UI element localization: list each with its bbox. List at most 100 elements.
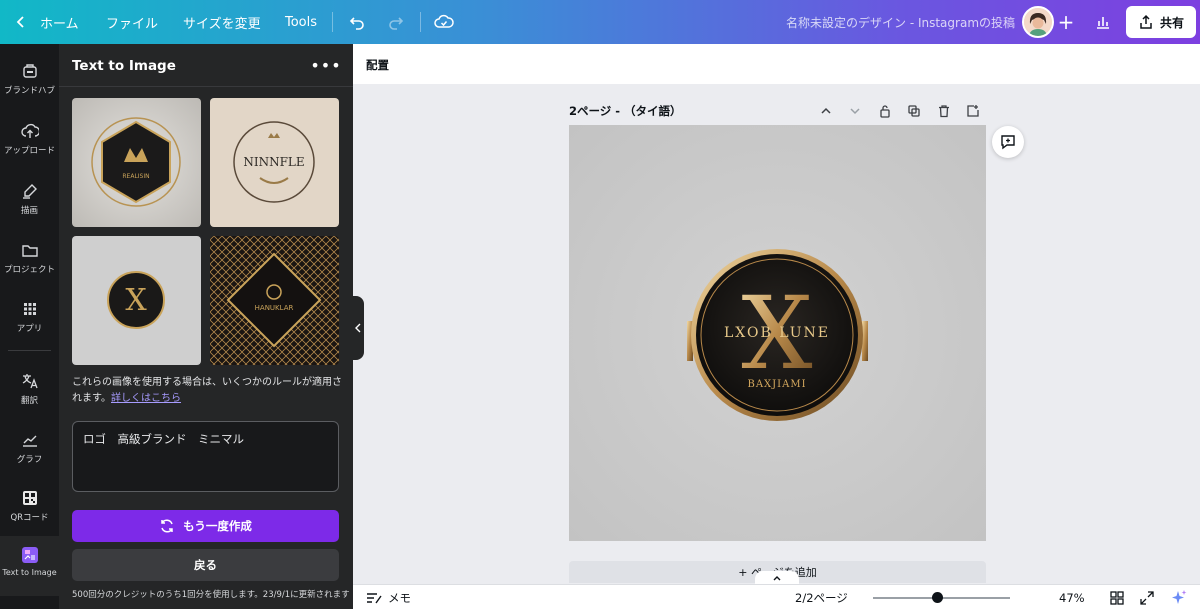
brand-hub-icon: [22, 64, 37, 78]
generated-logo-image: NINNFLE: [210, 98, 339, 227]
result-thumbnail-4[interactable]: HANUKLAR: [210, 236, 339, 365]
zoom-slider-handle[interactable]: [932, 592, 944, 603]
generated-logo-image: HANUKLAR: [210, 236, 339, 365]
translate-icon: [22, 374, 38, 389]
undo-button[interactable]: [348, 0, 366, 44]
add-comment-button[interactable]: [992, 126, 1024, 158]
rail-item-chart[interactable]: グラフ: [0, 431, 59, 465]
resize-menu[interactable]: サイズを変更: [183, 0, 261, 44]
side-rail: ブランドハブ アップロード 描画 プロジェクト アプリ 翻訳 グラフ QRコード…: [0, 44, 59, 609]
back-button[interactable]: 戻る: [72, 549, 339, 581]
prompt-value: ロゴ 高級ブランド ミニマル: [83, 432, 244, 446]
grid-view-icon: [1110, 590, 1124, 605]
expand-icon: [1140, 590, 1154, 605]
notes-icon: [367, 592, 382, 603]
result-thumbnail-1[interactable]: REALISIN: [72, 98, 201, 227]
upload-cloud-icon: [20, 123, 39, 138]
insights-button[interactable]: [1086, 6, 1120, 38]
chevron-left-icon: [16, 16, 24, 28]
more-horizontal-icon: •••: [310, 55, 342, 75]
show-pages-handle[interactable]: [755, 571, 799, 585]
rail-item-apps[interactable]: アプリ: [0, 300, 59, 334]
rail-label: アップロード: [3, 146, 55, 156]
notes-label: メモ: [388, 590, 411, 605]
refresh-icon: [161, 519, 173, 533]
invite-button[interactable]: +: [1052, 8, 1080, 36]
credits-info: 500回分のクレジットのうち1回分を使用します。23/9/1に更新されます: [72, 590, 350, 600]
position-button[interactable]: 配置: [366, 57, 389, 73]
rail-label: ブランドハブ: [3, 86, 55, 96]
collapse-panel-handle[interactable]: [352, 296, 364, 360]
plus-icon: +: [1057, 10, 1075, 34]
redo-icon: [389, 17, 404, 30]
document-title[interactable]: 名称未設定のデザイン - Instagramの投稿: [786, 0, 1015, 44]
rail-item-qr-code[interactable]: QRコード: [0, 489, 59, 523]
add-page-button-icon[interactable]: [964, 102, 982, 120]
editor-footer: メモ 2/2ページ 47%: [353, 584, 1200, 609]
delete-page-button[interactable]: [935, 102, 953, 120]
rail-label: グラフ: [16, 455, 43, 465]
design-canvas[interactable]: X LXOB LUNE BAXJIAMI: [569, 125, 986, 541]
rail-label: プロジェクト: [3, 265, 55, 275]
regenerate-button[interactable]: もう一度作成: [72, 510, 339, 542]
generated-logo-image: REALISIN: [72, 98, 201, 227]
avatar[interactable]: [1022, 6, 1054, 38]
rail-label: QRコード: [10, 513, 49, 523]
usage-notice: これらの画像を使用する場合は、いくつかのルールが適用されます。詳しくはこちら: [72, 375, 344, 407]
result-thumbnail-3[interactable]: X: [72, 236, 201, 365]
cloud-save-status[interactable]: [434, 0, 454, 44]
qr-code-icon: [22, 491, 37, 505]
top-bar: ホーム ファイル サイズを変更 Tools 名称未設定のデザイン - Insta…: [0, 0, 1200, 44]
folder-icon: [21, 245, 38, 257]
move-page-down-button[interactable]: [846, 102, 864, 120]
rail-item-projects[interactable]: プロジェクト: [0, 241, 59, 275]
rail-item-brand-hub[interactable]: ブランドハブ: [0, 62, 59, 96]
chevron-up-icon: [773, 576, 781, 581]
rail-label: Text to Image: [2, 568, 57, 577]
rail-item-text-to-image[interactable]: Text to Image: [0, 536, 59, 596]
share-button[interactable]: 共有: [1126, 6, 1196, 38]
context-toolbar: 配置: [353, 44, 1200, 84]
home-button[interactable]: ホーム: [14, 0, 79, 44]
file-menu[interactable]: ファイル: [106, 0, 158, 44]
chart-line-icon: [22, 435, 37, 447]
move-page-up-button[interactable]: [817, 102, 835, 120]
magic-assistant-button[interactable]: [1170, 585, 1188, 609]
lock-page-button[interactable]: [876, 102, 894, 120]
result-thumbnail-2[interactable]: NINNFLE: [210, 98, 339, 227]
zoom-level[interactable]: 47%: [1059, 585, 1085, 609]
file-label: ファイル: [106, 16, 159, 32]
logo-text: REALISIN: [122, 173, 149, 180]
resize-label: サイズを変更: [183, 16, 261, 32]
tools-menu[interactable]: Tools: [285, 0, 317, 44]
chevron-up-icon: [821, 107, 831, 114]
text-to-image-panel: Text to Image ••• REALISIN NINNFLE X HAN…: [59, 44, 353, 609]
duplicate-icon: [908, 105, 920, 117]
notes-button[interactable]: メモ: [366, 585, 411, 609]
rail-item-upload[interactable]: アップロード: [0, 122, 59, 156]
page-count-label: 2/2ページ: [795, 590, 848, 605]
user-avatar-icon: [1024, 8, 1052, 36]
upload-share-icon: [1140, 14, 1152, 29]
rail-label: 描画: [20, 206, 38, 216]
rail-item-translate[interactable]: 翻訳: [0, 372, 59, 406]
prompt-input[interactable]: ロゴ 高級ブランド ミニマル: [72, 421, 339, 492]
logo-sub-text: BAXJIAMI: [747, 379, 806, 390]
regenerate-label: もう一度作成: [183, 519, 252, 533]
logo-text: HANUKLAR: [255, 304, 294, 312]
learn-more-link[interactable]: 詳しくはこちら: [111, 393, 181, 404]
more-options-button[interactable]: •••: [310, 54, 342, 76]
text-to-image-icon: [21, 547, 38, 563]
page-count[interactable]: 2/2ページ: [795, 585, 848, 609]
grid-view-button[interactable]: [1109, 585, 1125, 609]
redo-button[interactable]: [387, 0, 405, 44]
page-title[interactable]: 2ページ - （タイ語）: [569, 103, 682, 119]
draw-pen-icon: [22, 184, 37, 199]
sparkle-icon: [1172, 589, 1187, 604]
fullscreen-button[interactable]: [1139, 585, 1155, 609]
rail-item-draw[interactable]: 描画: [0, 182, 59, 216]
duplicate-page-button[interactable]: [905, 102, 923, 120]
logo-text: X: [125, 283, 147, 318]
generated-logo-image: X: [72, 236, 201, 365]
home-label: ホーム: [40, 16, 79, 32]
